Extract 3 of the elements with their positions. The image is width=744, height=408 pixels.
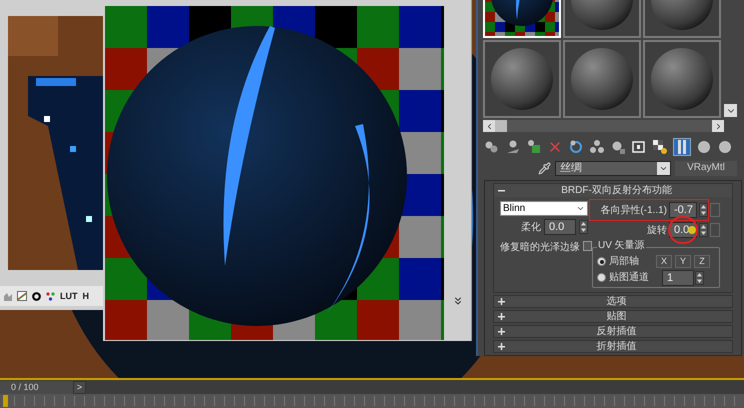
timeline-track[interactable]	[0, 394, 744, 408]
next-frame-button[interactable]: >	[73, 380, 86, 394]
frame-counter[interactable]: 0 / 100	[0, 380, 73, 394]
